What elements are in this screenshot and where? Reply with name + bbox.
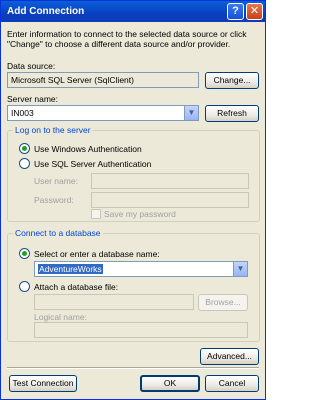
- database-group-title: Connect to a database: [13, 228, 103, 238]
- browse-button-label: Browse...: [205, 297, 241, 307]
- ok-button[interactable]: OK: [140, 375, 200, 392]
- change-button-label: Change...: [213, 75, 251, 85]
- data-source-field: Microsoft SQL Server (SqlClient): [7, 72, 199, 88]
- test-connection-label: Test Connection: [12, 378, 74, 388]
- help-icon[interactable]: ?: [227, 3, 244, 20]
- intro-line-2: "Change" to choose a different data sour…: [7, 39, 231, 49]
- attach-file-field[interactable]: [34, 294, 194, 310]
- cancel-button[interactable]: Cancel: [205, 375, 259, 392]
- database-name-combobox[interactable]: AdventureWorks ▼: [34, 261, 248, 277]
- change-button[interactable]: Change...: [205, 72, 259, 89]
- bottom-separator: [7, 367, 259, 369]
- server-name-combobox[interactable]: IN003 ▼: [7, 105, 199, 121]
- refresh-button[interactable]: Refresh: [205, 105, 259, 122]
- save-password-label[interactable]: Save my password: [104, 209, 176, 219]
- user-name-field[interactable]: [91, 173, 249, 189]
- sql-auth-radio[interactable]: [19, 158, 30, 169]
- chevron-down-icon[interactable]: ▼: [233, 262, 247, 276]
- data-source-value: Microsoft SQL Server (SqlClient): [11, 75, 134, 85]
- intro-line-1: Enter information to connect to the sele…: [7, 29, 247, 39]
- ok-button-label: OK: [163, 378, 177, 388]
- password-label: Password:: [34, 195, 74, 205]
- browse-button[interactable]: Browse...: [198, 294, 248, 311]
- cancel-button-label: Cancel: [218, 378, 246, 388]
- test-connection-button[interactable]: Test Connection: [9, 375, 77, 392]
- advanced-button[interactable]: Advanced...: [200, 348, 259, 365]
- windows-auth-label[interactable]: Use Windows Authentication: [34, 144, 142, 154]
- attach-db-label[interactable]: Attach a database file:: [34, 282, 118, 292]
- database-name-value: AdventureWorks: [38, 264, 103, 274]
- windows-auth-radio[interactable]: [19, 143, 30, 154]
- data-source-label: Data source:: [7, 61, 56, 71]
- logical-name-field[interactable]: [34, 322, 248, 338]
- logical-name-label: Logical name:: [34, 312, 87, 322]
- chevron-down-icon[interactable]: ▼: [184, 106, 198, 120]
- close-icon[interactable]: ✕: [246, 3, 263, 20]
- sql-auth-label[interactable]: Use SQL Server Authentication: [34, 159, 151, 169]
- add-connection-dialog: Add Connection ? ✕ Enter information to …: [0, 0, 266, 400]
- select-db-radio[interactable]: [19, 248, 30, 259]
- logon-group-title: Log on to the server: [13, 125, 93, 135]
- window-title: Add Connection: [7, 6, 85, 17]
- user-name-label: User name:: [34, 176, 78, 186]
- title-bar: Add Connection: [1, 1, 265, 22]
- server-name-label: Server name:: [7, 94, 59, 104]
- advanced-button-label: Advanced...: [207, 351, 252, 361]
- save-password-checkbox[interactable]: [91, 209, 101, 219]
- attach-db-radio[interactable]: [19, 281, 30, 292]
- select-db-label[interactable]: Select or enter a database name:: [34, 249, 160, 259]
- refresh-button-label: Refresh: [217, 108, 247, 118]
- server-name-value: IN003: [11, 108, 34, 118]
- password-field[interactable]: [91, 192, 249, 208]
